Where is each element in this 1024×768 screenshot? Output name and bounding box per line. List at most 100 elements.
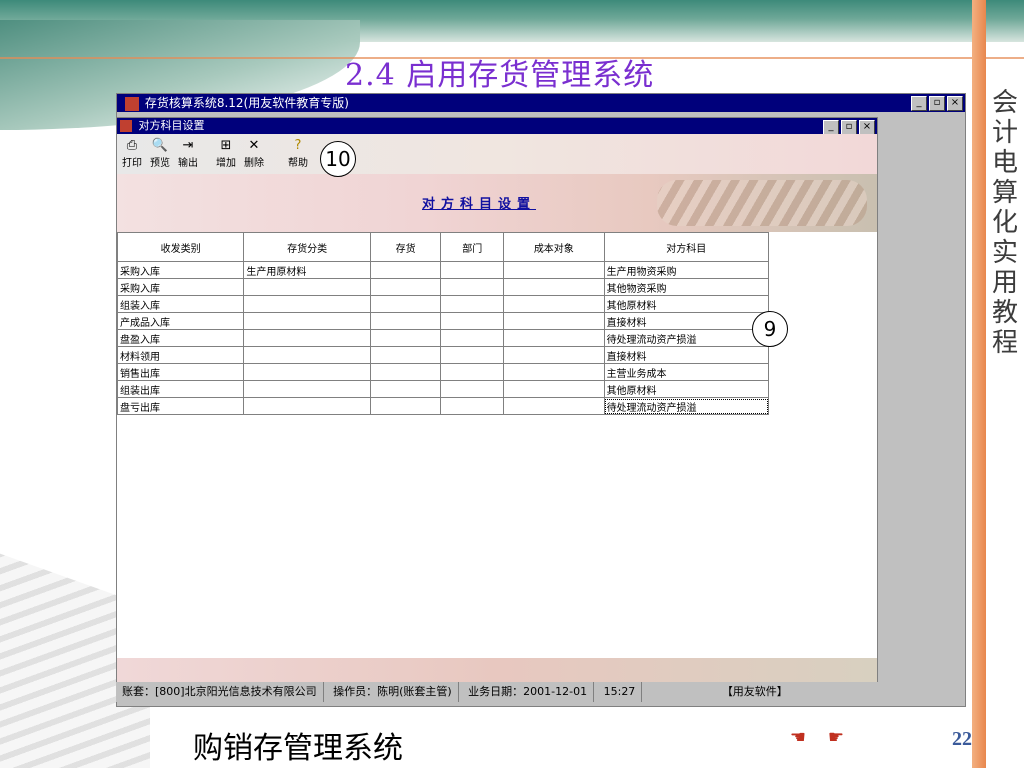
previous-slide-icon[interactable]: ☚ xyxy=(782,727,814,749)
column-header[interactable]: 存货分类 xyxy=(243,232,371,262)
table-cell[interactable] xyxy=(369,278,442,296)
table-cell[interactable] xyxy=(503,329,605,347)
help-button[interactable]: ? 帮助 xyxy=(285,138,311,170)
table-row[interactable]: 材料领用 直接材料 xyxy=(116,346,770,364)
table-cell[interactable] xyxy=(440,278,505,296)
restore-button[interactable]: ▫ xyxy=(929,96,945,111)
slide-title: 2.4 启用存货管理系统 xyxy=(345,58,655,93)
table-cell[interactable] xyxy=(369,346,442,364)
column-header[interactable]: 部门 xyxy=(440,232,505,262)
column-header[interactable]: 成本对象 xyxy=(503,232,605,262)
table-cell[interactable] xyxy=(369,312,442,330)
table-cell[interactable] xyxy=(243,312,371,330)
status-account: 账套：[800]北京阳光信息技术有限公司 xyxy=(116,682,324,702)
table-cell[interactable] xyxy=(440,363,505,381)
table-cell[interactable]: 组装入库 xyxy=(116,295,245,313)
table-row[interactable]: 采购入库 生产用原材料 生产用物资采购 xyxy=(116,261,770,279)
status-bar: 账套：[800]北京阳光信息技术有限公司 操作员：陈明(账套主管) 业务日期：2… xyxy=(116,682,964,702)
table-cell[interactable] xyxy=(369,397,442,415)
export-icon: ⇥ xyxy=(182,138,194,153)
table-cell[interactable] xyxy=(369,380,442,398)
table-cell[interactable] xyxy=(369,261,442,279)
table-cell[interactable] xyxy=(243,346,371,364)
column-header[interactable]: 收发类别 xyxy=(116,232,245,262)
table-cell[interactable]: 盘盈入库 xyxy=(116,329,245,347)
inner-minimize-button[interactable]: _ xyxy=(823,120,839,135)
print-button[interactable]: ⎙ 打印 xyxy=(119,138,145,170)
table-cell[interactable] xyxy=(243,397,371,415)
table-cell[interactable] xyxy=(503,380,605,398)
table-cell[interactable] xyxy=(503,312,605,330)
table-row[interactable]: 盘盈入库 待处理流动资产损溢 xyxy=(116,329,770,347)
table-cell[interactable]: 采购入库 xyxy=(116,261,245,279)
table-row[interactable]: 组装出库 其他原材料 xyxy=(116,380,770,398)
table-cell[interactable] xyxy=(243,329,371,347)
table-cell[interactable]: 生产用物资采购 xyxy=(603,261,770,279)
table-cell[interactable] xyxy=(440,397,505,415)
table-cell[interactable]: 其他原材料 xyxy=(603,380,770,398)
status-time: 15:27 xyxy=(598,682,643,702)
table-cell[interactable] xyxy=(440,261,505,279)
inner-restore-button[interactable]: ▫ xyxy=(841,120,857,135)
table-cell[interactable]: 盘亏出库 xyxy=(116,397,245,415)
next-slide-icon[interactable]: ☛ xyxy=(820,727,852,749)
table-cell[interactable]: 材料领用 xyxy=(116,346,245,364)
outer-window-title: 存货核算系统8.12(用友软件教育专版) xyxy=(144,96,349,110)
offset-account-table: 收发类别 存货分类 存货 部门 成本对象 对方科目 采购入库 生产用原材料 生产用物… xyxy=(116,232,770,415)
table-row[interactable]: 盘亏出库 待处理流动资产损溢 xyxy=(116,397,770,415)
table-cell[interactable]: 待处理流动资产损溢 xyxy=(603,329,770,347)
callout-10: 10 xyxy=(320,141,356,177)
slide-right-strip xyxy=(972,0,986,768)
table-cell[interactable]: 直接材料 xyxy=(603,312,770,330)
table-row[interactable]: 产成品入库 直接材料 xyxy=(116,312,770,330)
app-icon xyxy=(125,96,139,111)
table-cell[interactable]: 待处理流动资产损溢 xyxy=(603,397,770,415)
table-cell[interactable] xyxy=(369,363,442,381)
column-header[interactable]: 对方科目 xyxy=(603,232,770,262)
table-cell[interactable] xyxy=(243,363,371,381)
table-cell[interactable] xyxy=(369,295,442,313)
table-cell[interactable] xyxy=(503,295,605,313)
table-cell[interactable] xyxy=(503,363,605,381)
help-icon: ? xyxy=(294,138,302,153)
table-cell[interactable] xyxy=(440,329,505,347)
table-cell[interactable]: 产成品入库 xyxy=(116,312,245,330)
column-header[interactable]: 存货 xyxy=(369,232,442,262)
table-cell[interactable] xyxy=(440,312,505,330)
table-cell[interactable]: 生产用原材料 xyxy=(243,261,371,279)
table-cell[interactable] xyxy=(440,295,505,313)
delete-button[interactable]: ✕ 删除 xyxy=(241,138,267,170)
table-cell[interactable] xyxy=(243,278,371,296)
table-cell[interactable] xyxy=(503,346,605,364)
table-cell[interactable]: 其他物资采购 xyxy=(603,278,770,296)
table-cell[interactable] xyxy=(503,261,605,279)
inner-window: 对方科目设置 _ ▫ × ⎙ 打印 🔍 预览 ⇥ 输出 ⊞ 增加 ✕ 删除 ? xyxy=(116,117,878,691)
inner-close-button[interactable]: × xyxy=(859,120,875,135)
close-button[interactable]: × xyxy=(947,96,963,111)
preview-button[interactable]: 🔍 预览 xyxy=(147,138,173,170)
callout-9: 9 xyxy=(752,311,788,347)
table-cell[interactable] xyxy=(440,346,505,364)
table-cell[interactable] xyxy=(440,380,505,398)
export-button[interactable]: ⇥ 输出 xyxy=(175,138,201,170)
table-cell[interactable] xyxy=(503,278,605,296)
window-icon xyxy=(120,120,132,132)
table-row[interactable]: 采购入库 其他物资采购 xyxy=(116,278,770,296)
table-cell[interactable] xyxy=(369,329,442,347)
table-cell[interactable] xyxy=(243,295,371,313)
banner-title: 对方科目设置 xyxy=(422,197,537,212)
table-cell[interactable] xyxy=(243,380,371,398)
table-row[interactable]: 组装入库 其他原材料 xyxy=(116,295,770,313)
table-cell[interactable]: 直接材料 xyxy=(603,346,770,364)
delete-icon: ✕ xyxy=(248,138,260,153)
preview-icon: 🔍 xyxy=(151,138,169,153)
minimize-button[interactable]: _ xyxy=(911,96,927,111)
table-cell[interactable]: 销售出库 xyxy=(116,363,245,381)
table-cell[interactable]: 其他原材料 xyxy=(603,295,770,313)
add-button[interactable]: ⊞ 增加 xyxy=(213,138,239,170)
table-cell[interactable]: 采购入库 xyxy=(116,278,245,296)
table-cell[interactable]: 主营业务成本 xyxy=(603,363,770,381)
table-cell[interactable]: 组装出库 xyxy=(116,380,245,398)
table-cell[interactable] xyxy=(503,397,605,415)
table-row[interactable]: 销售出库 主营业务成本 xyxy=(116,363,770,381)
